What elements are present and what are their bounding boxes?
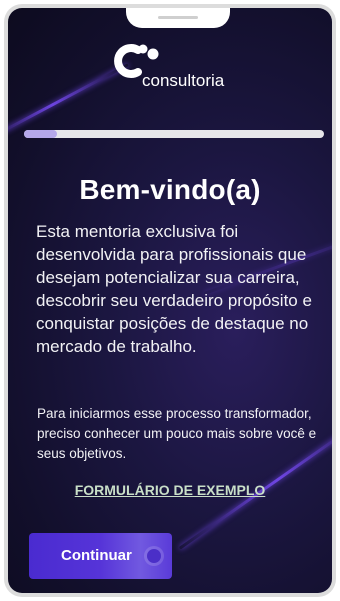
- example-form-link[interactable]: FORMULÁRIO DE EXEMPLO: [8, 482, 332, 498]
- brand-logo-text: consultoria: [142, 71, 225, 90]
- continue-button[interactable]: Continuar: [29, 533, 172, 579]
- app-screen: consultoria Bem-vindo(a) Esta mentoria e…: [8, 8, 332, 593]
- brand-logo: consultoria: [114, 44, 225, 90]
- device-notch: [126, 8, 230, 28]
- page-title: Bem-vindo(a): [79, 174, 261, 205]
- onboarding-progress-bar: [24, 130, 324, 138]
- instruction-paragraph: Para iniciarmos esse processo transforma…: [37, 406, 317, 461]
- notch-speaker: [158, 16, 198, 19]
- phone-frame: consultoria Bem-vindo(a) Esta mentoria e…: [4, 4, 336, 597]
- progress-fill: [24, 130, 57, 138]
- record-dot-icon: [147, 549, 161, 563]
- continue-button-label: Continuar: [61, 547, 132, 564]
- intro-paragraph: Esta mentoria exclusiva foi desenvolvida…: [36, 222, 312, 356]
